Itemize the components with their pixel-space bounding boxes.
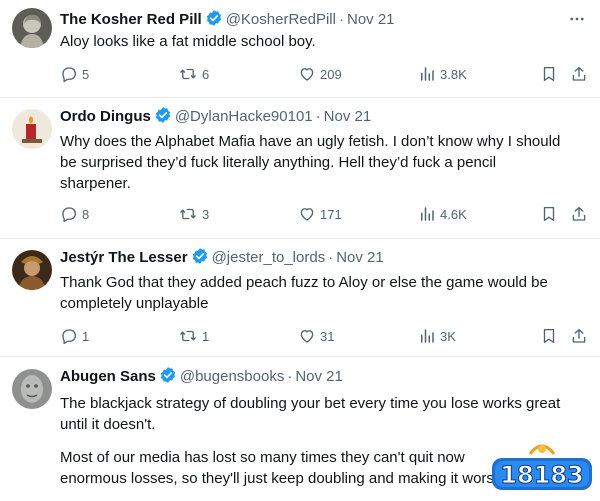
- tweet-header: Ordo Dingus @DylanHacke90101 · Nov 21: [60, 106, 588, 126]
- tweet-actions: 8 3 171 4.6K: [60, 204, 590, 224]
- tweet-actions: 5 6 209 3.8K: [60, 64, 590, 84]
- jester-portrait-avatar[interactable]: [12, 250, 52, 290]
- repost-button[interactable]: 3: [178, 204, 209, 224]
- share-icon: [570, 205, 588, 223]
- watermark-text: 18183: [500, 461, 584, 489]
- separator-dot: ·: [328, 249, 334, 266]
- repost-icon: [178, 65, 198, 83]
- tweet[interactable]: Ordo Dingus @DylanHacke90101 · Nov 21 Why d…: [0, 97, 600, 239]
- bar-chart-icon: [418, 205, 436, 223]
- statue-bust-avatar[interactable]: [12, 8, 52, 48]
- like-count: 31: [320, 328, 335, 344]
- more-options-icon[interactable]: [568, 10, 586, 33]
- tweet-actions: 1 1 31 3K: [60, 326, 590, 346]
- repost-button[interactable]: 6: [178, 64, 209, 84]
- tweet-header: The Kosher Red Pill @KosherRedPill · Nov 21: [60, 9, 588, 29]
- repost-button[interactable]: 1: [178, 326, 209, 346]
- share-button[interactable]: [570, 326, 588, 346]
- tweet-text-line: The blackjack strategy of doubling your …: [60, 395, 561, 412]
- like-button[interactable]: 209: [298, 64, 342, 84]
- heart-icon: [298, 327, 316, 345]
- repost-count: 6: [202, 66, 210, 82]
- reply-button[interactable]: 1: [60, 326, 89, 346]
- views-button[interactable]: 4.6K: [418, 204, 467, 224]
- verified-badge-icon: [191, 247, 209, 271]
- bookmark-button[interactable]: [540, 204, 558, 224]
- share-icon: [570, 65, 588, 83]
- watermark-logo: 18183: [490, 440, 594, 496]
- tweet-text-line: be surprised they’d fuck literally anyth…: [60, 154, 497, 171]
- like-button[interactable]: 31: [298, 326, 334, 346]
- like-count: 209: [320, 66, 342, 82]
- reply-button[interactable]: 5: [60, 64, 89, 84]
- tweet-text-line: Why does the Alphabet Mafia have an ugly…: [60, 133, 561, 150]
- verified-badge-icon: [159, 366, 177, 390]
- view-count: 3K: [440, 328, 456, 344]
- repost-icon: [178, 205, 198, 223]
- views-button[interactable]: 3.8K: [418, 64, 467, 84]
- share-button[interactable]: [570, 204, 588, 224]
- display-name[interactable]: The Kosher Red Pill: [60, 11, 202, 28]
- tweet-header: Jestýr The Lesser @jester_to_lords · Nov 21: [60, 247, 588, 267]
- heart-icon: [298, 205, 316, 223]
- user-handle[interactable]: @bugensbooks: [180, 368, 284, 385]
- repost-count: 3: [202, 206, 210, 222]
- views-button[interactable]: 3K: [418, 326, 456, 346]
- bookmark-button[interactable]: [540, 326, 558, 346]
- bookmark-icon: [540, 205, 558, 223]
- reply-button[interactable]: 8: [60, 204, 89, 224]
- display-name[interactable]: Ordo Dingus: [60, 108, 151, 125]
- reply-count: 1: [82, 328, 90, 344]
- verified-badge-icon: [205, 9, 223, 33]
- tweet-text-line: sharpener.: [60, 175, 131, 192]
- tweet-text: Why does the Alphabet Mafia have an ugly…: [60, 131, 586, 194]
- user-handle[interactable]: @jester_to_lords: [212, 249, 326, 266]
- separator-dot: ·: [338, 11, 344, 28]
- bookmark-icon: [540, 327, 558, 345]
- separator-dot: ·: [315, 108, 321, 125]
- red-candle-avatar[interactable]: [12, 109, 52, 149]
- tweet-text: Aloy looks like a fat middle school boy.: [60, 31, 586, 52]
- tweet-date[interactable]: Nov 21: [324, 108, 372, 125]
- view-count: 4.6K: [440, 206, 467, 222]
- display-name[interactable]: Abugen Sans: [60, 368, 156, 385]
- tweet-text-line: completely unplayable: [60, 295, 209, 312]
- separator-dot: ·: [287, 368, 293, 385]
- bar-chart-icon: [418, 327, 436, 345]
- tweet-text: Thank God that they added peach fuzz to …: [60, 272, 586, 314]
- bookmark-button[interactable]: [540, 64, 558, 84]
- repost-count: 1: [202, 328, 210, 344]
- bookmark-icon: [540, 65, 558, 83]
- reply-icon: [60, 65, 78, 83]
- tweet-date[interactable]: Nov 21: [336, 249, 384, 266]
- user-handle[interactable]: @DylanHacke90101: [175, 108, 313, 125]
- tweet-date[interactable]: Nov 21: [295, 368, 343, 385]
- tweet[interactable]: Jestýr The Lesser @jester_to_lords · Nov 21…: [0, 238, 600, 357]
- verified-badge-icon: [154, 106, 172, 130]
- reply-icon: [60, 327, 78, 345]
- repost-icon: [178, 327, 198, 345]
- share-button[interactable]: [570, 64, 588, 84]
- like-button[interactable]: 171: [298, 204, 342, 224]
- tweet-text-line: Thank God that they added peach fuzz to …: [60, 274, 548, 291]
- tweet-text-line: Aloy looks like a fat middle school boy.: [60, 33, 316, 50]
- reply-icon: [60, 205, 78, 223]
- tweet-date[interactable]: Nov 21: [347, 11, 395, 28]
- stone-face-avatar[interactable]: [12, 369, 52, 409]
- tweet[interactable]: The Kosher Red Pill @KosherRedPill · Nov 21…: [0, 0, 600, 98]
- user-handle[interactable]: @KosherRedPill: [226, 11, 336, 28]
- heart-icon: [298, 65, 316, 83]
- tweet-header: Abugen Sans @bugensbooks · Nov 21: [60, 366, 588, 386]
- view-count: 3.8K: [440, 66, 467, 82]
- reply-count: 8: [82, 206, 90, 222]
- bar-chart-icon: [418, 65, 436, 83]
- reply-count: 5: [82, 66, 90, 82]
- tweet-text-line: until it doesn't.: [60, 416, 156, 433]
- share-icon: [570, 327, 588, 345]
- display-name[interactable]: Jestýr The Lesser: [60, 249, 188, 266]
- like-count: 171: [320, 206, 342, 222]
